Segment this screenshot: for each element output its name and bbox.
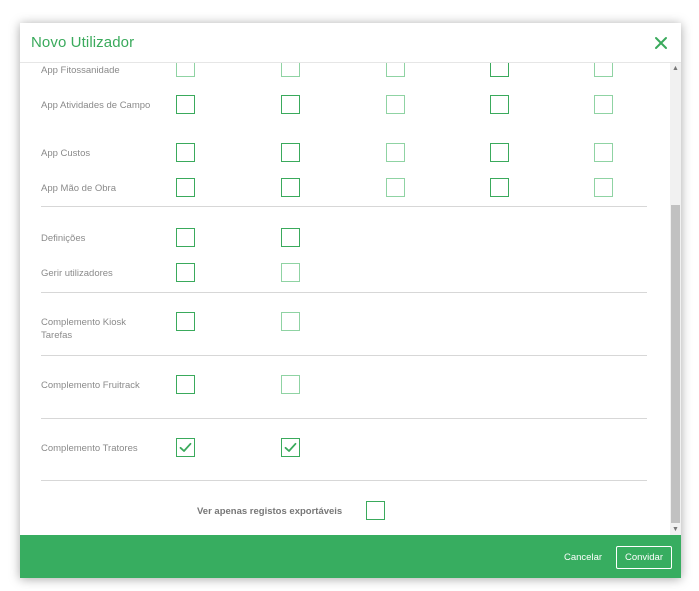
section-divider: [41, 355, 647, 356]
vertical-scrollbar[interactable]: ▲ ▼: [670, 63, 681, 535]
checkbox-col-2-checked[interactable]: [281, 438, 300, 457]
export-only-checkbox[interactable]: [366, 501, 385, 520]
invite-button[interactable]: Convidar: [616, 546, 672, 569]
dialog-title: Novo Utilizador: [31, 34, 135, 51]
dialog-footer: Cancelar Convidar: [20, 535, 681, 578]
checkbox-col-2[interactable]: [281, 228, 300, 247]
row-label: Complemento Fruitrack: [41, 380, 140, 391]
row-label: Definições: [41, 233, 86, 244]
checkbox-col-2[interactable]: [281, 312, 300, 331]
checkbox-col-3[interactable]: [386, 143, 405, 162]
row-label: App Custos: [41, 148, 91, 159]
section-divider: [41, 292, 647, 293]
checkbox-col-1[interactable]: [176, 143, 195, 162]
checkbox-col-2[interactable]: [281, 95, 300, 114]
checkbox-col-3[interactable]: [386, 63, 405, 77]
checkbox-col-1[interactable]: [176, 263, 195, 282]
checkbox-col-2[interactable]: [281, 375, 300, 394]
check-icon: [284, 442, 297, 452]
checkbox-col-2[interactable]: [281, 63, 300, 77]
checkbox-col-5[interactable]: [594, 95, 613, 114]
row-label: App Atividades de Campo: [41, 100, 151, 111]
scrollbar-thumb[interactable]: [671, 205, 680, 523]
row-label: App Fitossanidade: [41, 65, 120, 76]
row-label: Complemento Kiosk Tarefas: [41, 317, 127, 341]
checkbox-col-3[interactable]: [386, 178, 405, 197]
checkbox-col-5[interactable]: [594, 63, 613, 77]
close-button[interactable]: [653, 35, 669, 51]
checkbox-col-2[interactable]: [281, 178, 300, 197]
checkbox-col-1-checked[interactable]: [176, 438, 195, 457]
checkbox-col-1[interactable]: [176, 63, 195, 77]
checkbox-col-2[interactable]: [281, 143, 300, 162]
row-label: Complemento Tratores: [41, 443, 138, 454]
check-icon: [179, 442, 192, 452]
checkbox-col-3[interactable]: [386, 95, 405, 114]
checkbox-col-4[interactable]: [490, 63, 509, 77]
export-only-label: Ver apenas registos exportáveis: [197, 506, 343, 517]
checkbox-col-5[interactable]: [594, 178, 613, 197]
checkbox-col-1[interactable]: [176, 375, 195, 394]
scroll-down-arrow-icon[interactable]: ▼: [670, 524, 681, 535]
scroll-up-arrow-icon[interactable]: ▲: [670, 63, 681, 74]
section-divider: [41, 480, 647, 481]
close-x-icon: [655, 37, 667, 49]
checkbox-col-4[interactable]: [490, 95, 509, 114]
checkbox-col-1[interactable]: [176, 178, 195, 197]
permissions-panel: App Fitossanidade App Atividades de Camp…: [20, 63, 670, 535]
section-divider: [41, 206, 647, 207]
checkbox-col-4[interactable]: [490, 178, 509, 197]
row-label: Gerir utilizadores: [41, 268, 113, 279]
section-divider: [41, 418, 647, 419]
row-label: App Mão de Obra: [41, 183, 116, 194]
checkbox-col-4[interactable]: [490, 143, 509, 162]
checkbox-col-2[interactable]: [281, 263, 300, 282]
checkbox-col-1[interactable]: [176, 312, 195, 331]
dialog-header: Novo Utilizador: [20, 23, 681, 63]
checkbox-col-1[interactable]: [176, 95, 195, 114]
cancel-button[interactable]: Cancelar: [564, 552, 602, 563]
checkbox-col-1[interactable]: [176, 228, 195, 247]
checkbox-col-5[interactable]: [594, 143, 613, 162]
new-user-dialog: Novo Utilizador App Fitossanidade App At…: [20, 23, 681, 578]
